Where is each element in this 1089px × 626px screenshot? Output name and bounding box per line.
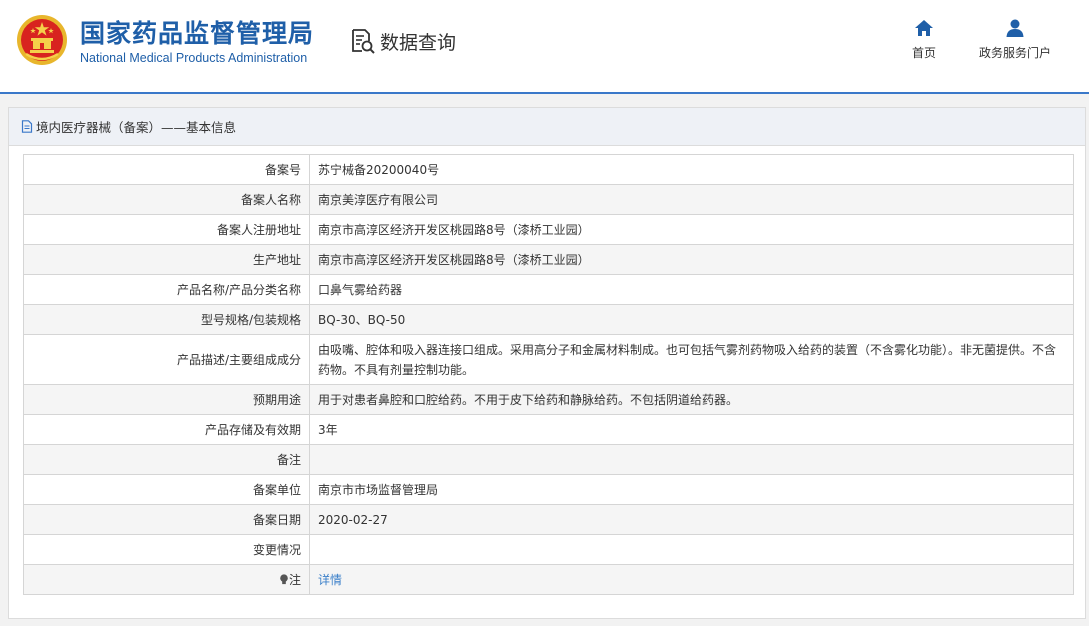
row-value: 苏宁械备20200040号: [309, 154, 1074, 185]
row-label: 备案人注册地址: [23, 214, 310, 245]
table-row: 备注: [23, 444, 1074, 475]
row-label: 型号规格/包装规格: [23, 304, 310, 335]
row-value: 3年: [309, 414, 1074, 445]
nav-service-portal[interactable]: 政务服务门户: [970, 18, 1060, 61]
basic-info-panel: 境内医疗器械（备案）——基本信息 备案号 苏宁械备20200040号 备案人名称…: [8, 107, 1086, 619]
details-link[interactable]: 详情: [318, 573, 342, 587]
row-value: 南京市高淳区经济开发区桃园路8号（漆桥工业园）: [309, 214, 1074, 245]
info-table: 备案号 苏宁械备20200040号 备案人名称 南京美淳医疗有限公司 备案人注册…: [23, 154, 1074, 595]
table-row: 备案人注册地址 南京市高淳区经济开发区桃园路8号（漆桥工业园）: [23, 214, 1074, 245]
data-query-label: 数据查询: [380, 31, 457, 54]
table-row: 备案日期 2020-02-27: [23, 504, 1074, 535]
row-value: 由吸嘴、腔体和吸入器连接口组成。采用高分子和金属材料制成。也可包括气雾剂药物吸入…: [309, 334, 1074, 385]
table-row: 变更情况: [23, 534, 1074, 565]
note-label-cell: 注: [23, 564, 310, 595]
site-header: 国家药品监督管理局 National Medical Products Admi…: [0, 0, 1089, 94]
nav-service-portal-label: 政务服务门户: [978, 46, 1051, 60]
row-label: 预期用途: [23, 384, 310, 415]
table-row: 备案号 苏宁械备20200040号: [23, 154, 1074, 185]
national-emblem-icon[interactable]: [16, 14, 68, 66]
nav-home-label: 首页: [911, 46, 936, 60]
row-label: 备案单位: [23, 474, 310, 505]
row-label: 产品描述/主要组成成分: [23, 334, 310, 385]
row-label: 变更情况: [23, 534, 310, 565]
table-row: 型号规格/包装规格 BQ-30、BQ-50: [23, 304, 1074, 335]
row-label: 产品名称/产品分类名称: [23, 274, 310, 305]
table-row: 生产地址 南京市高淳区经济开发区桃园路8号（漆桥工业园）: [23, 244, 1074, 275]
row-value: 南京美淳医疗有限公司: [309, 184, 1074, 215]
panel-header: 境内医疗器械（备案）——基本信息: [9, 108, 1085, 146]
row-value: [309, 444, 1074, 475]
row-value: 南京市市场监督管理局: [309, 474, 1074, 505]
row-label: 注: [288, 572, 301, 587]
row-label: 备注: [23, 444, 310, 475]
brand-title-cn[interactable]: 国家药品监督管理局: [80, 14, 314, 50]
row-label: 生产地址: [23, 244, 310, 275]
row-value: 用于对患者鼻腔和口腔给药。不用于皮下给药和静脉给药。不包括阴道给药器。: [309, 384, 1074, 415]
row-label: 备案人名称: [23, 184, 310, 215]
brand-title-en[interactable]: National Medical Products Administration: [80, 51, 307, 65]
row-value: 口鼻气雾给药器: [309, 274, 1074, 305]
table-row: 备案单位 南京市市场监督管理局: [23, 474, 1074, 505]
row-value: 2020-02-27: [309, 504, 1074, 535]
user-icon: [1006, 19, 1024, 37]
row-label: 产品存储及有效期: [23, 414, 310, 445]
document-icon: [21, 120, 33, 133]
row-value-cell: 详情: [309, 564, 1074, 595]
table-row: 产品描述/主要组成成分 由吸嘴、腔体和吸入器连接口组成。采用高分子和金属材料制成…: [23, 334, 1074, 385]
document-search-icon: [352, 29, 375, 54]
data-query-heading: 数据查询: [350, 26, 456, 56]
table-row: 预期用途 用于对患者鼻腔和口腔给药。不用于皮下给药和静脉给药。不包括阴道给药器。: [23, 384, 1074, 415]
home-icon: [915, 20, 933, 36]
table-row: 注 详情: [23, 564, 1074, 595]
row-value: BQ-30、BQ-50: [309, 304, 1074, 335]
panel-title: 境内医疗器械（备案）——基本信息: [36, 120, 237, 135]
row-value: [309, 534, 1074, 565]
bulb-icon: [280, 573, 288, 584]
table-row: 产品名称/产品分类名称 口鼻气雾给药器: [23, 274, 1074, 305]
table-row: 备案人名称 南京美淳医疗有限公司: [23, 184, 1074, 215]
table-row: 产品存储及有效期 3年: [23, 414, 1074, 445]
row-label: 备案号: [23, 154, 310, 185]
row-label: 备案日期: [23, 504, 310, 535]
row-value: 南京市高淳区经济开发区桃园路8号（漆桥工业园）: [309, 244, 1074, 275]
nav-home[interactable]: 首页: [904, 18, 944, 61]
